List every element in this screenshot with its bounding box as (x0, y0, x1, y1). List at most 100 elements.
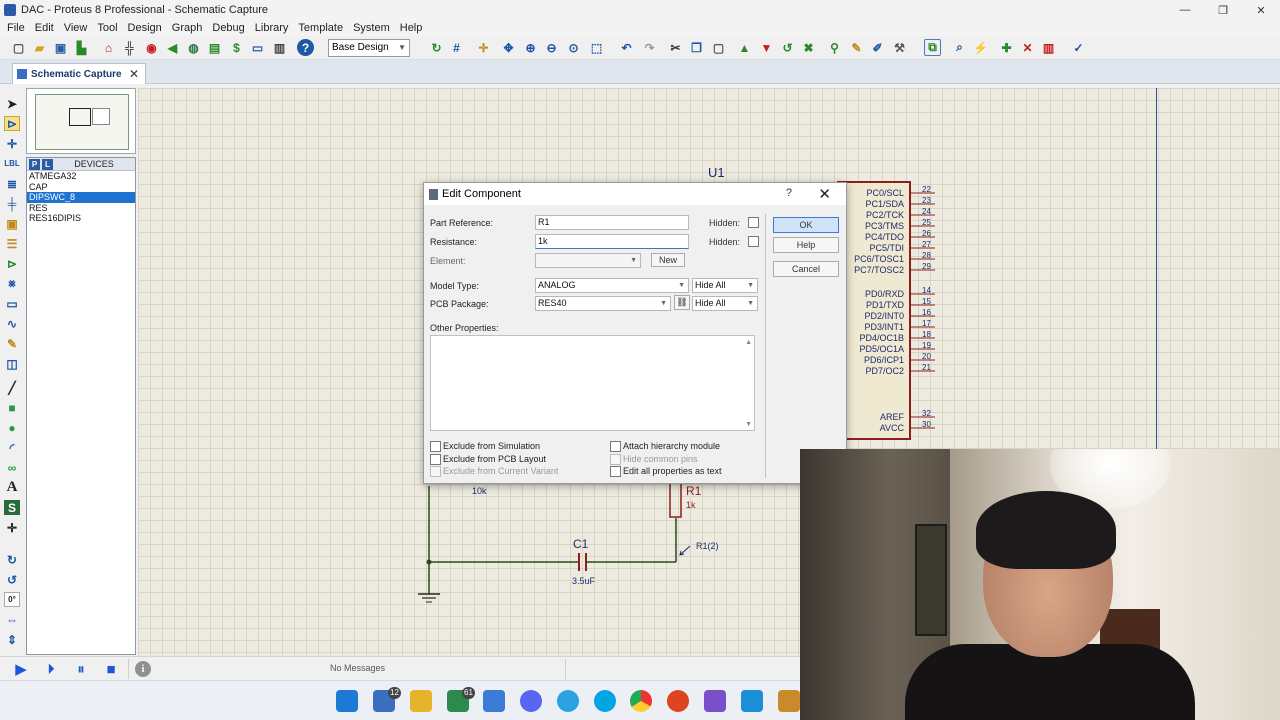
model-type-visibility-select[interactable]: Hide All ▼ (692, 278, 758, 293)
gerber-icon[interactable]: ◍ (185, 39, 202, 56)
design-variant-select[interactable]: Base Design ▼ (328, 39, 410, 57)
text-script-icon[interactable]: ≣ (4, 176, 20, 191)
pan-icon[interactable]: ✥ (500, 39, 517, 56)
pcb-icon[interactable]: ◉ (143, 39, 160, 56)
vscode-icon[interactable] (741, 690, 763, 712)
circle-tool-icon[interactable]: ● (4, 420, 20, 435)
exclude-simulation-checkbox[interactable] (430, 441, 441, 452)
device-item[interactable]: RES16DIPIS (27, 213, 135, 224)
new-sheet-icon[interactable]: ✚ (998, 39, 1015, 56)
part-reference-input[interactable]: R1 (535, 215, 689, 230)
menu-library[interactable]: Library (250, 22, 294, 34)
ok-button[interactable]: OK (773, 217, 839, 233)
visual-studio-icon[interactable] (704, 690, 726, 712)
part-reference-hidden-checkbox[interactable] (748, 217, 759, 228)
undo-icon[interactable]: ↶ (618, 39, 635, 56)
3d-view-icon[interactable]: ◀ (164, 39, 181, 56)
taskbar-app-icon[interactable]: 61 (447, 687, 475, 712)
redo-icon[interactable]: ↷ (641, 39, 658, 56)
zoom-all-icon[interactable]: ⊙ (565, 39, 582, 56)
symbol-tool-icon[interactable]: S (4, 500, 20, 515)
import-icon[interactable]: ▙ (73, 39, 90, 56)
wire-label-icon[interactable]: LBL (4, 156, 20, 171)
play-icon[interactable]: ▶ (12, 661, 30, 678)
menu-debug[interactable]: Debug (207, 22, 249, 34)
menu-help[interactable]: Help (395, 22, 428, 34)
menu-system[interactable]: System (348, 22, 395, 34)
menu-edit[interactable]: Edit (30, 22, 59, 34)
open-folder-icon[interactable]: ▰ (31, 39, 48, 56)
generator-icon[interactable]: ∿ (4, 316, 20, 331)
terminals-icon[interactable]: ☰ (4, 236, 20, 251)
close-icon[interactable]: ✕ (1242, 0, 1280, 20)
info-icon[interactable]: i (135, 661, 151, 677)
minimize-icon[interactable]: — (1166, 0, 1204, 20)
menu-design[interactable]: Design (123, 22, 167, 34)
block-delete-icon[interactable]: ✖ (800, 39, 817, 56)
device-item[interactable]: CAP (27, 182, 135, 193)
step-icon[interactable]: ⏵ (42, 661, 60, 678)
bill-of-materials-icon[interactable]: $ (228, 39, 245, 56)
search-tag-icon[interactable]: ⌕ (951, 39, 968, 56)
schematic-icon[interactable]: ╬ (121, 39, 138, 56)
design-explorer-icon[interactable]: ▤ (206, 39, 223, 56)
voltage-probe-icon[interactable]: ✎ (4, 336, 20, 351)
new-element-button[interactable]: New (651, 253, 685, 267)
notepad-icon[interactable] (483, 690, 505, 712)
overview-window[interactable] (26, 88, 136, 154)
help-icon[interactable]: ? (297, 39, 314, 56)
line-tool-icon[interactable]: ╱ (4, 380, 20, 395)
close-icon[interactable]: ✕ (129, 67, 139, 81)
subcircuit-icon[interactable]: ▣ (4, 216, 20, 231)
menu-view[interactable]: View (59, 22, 93, 34)
mirror-x-icon[interactable]: ⇔ (4, 612, 20, 627)
exit-parent-icon[interactable]: ▥ (1040, 39, 1057, 56)
new-file-icon[interactable]: ▢ (10, 39, 27, 56)
maximize-icon[interactable]: ❐ (1204, 0, 1242, 20)
scroll-down-icon[interactable]: ▼ (745, 421, 752, 428)
discord-icon[interactable] (520, 690, 542, 712)
wire-autorouter-icon[interactable]: ⧉ (924, 39, 941, 56)
telegram-icon[interactable] (557, 690, 579, 712)
tape-recorder-icon[interactable]: ▭ (4, 296, 20, 311)
arc-tool-icon[interactable]: ◜ (4, 440, 20, 455)
resistance-input[interactable]: 1k (535, 234, 689, 249)
other-properties-textarea[interactable]: ▲ ▼ (430, 335, 755, 431)
r1-body[interactable] (669, 482, 682, 518)
electrical-rule-check-icon[interactable]: ✓ (1070, 39, 1087, 56)
media-player-icon[interactable] (667, 690, 689, 712)
start-icon[interactable] (336, 690, 358, 712)
library-manager-button[interactable]: L (42, 158, 53, 170)
cancel-button[interactable]: Cancel (773, 261, 839, 277)
block-move-icon[interactable]: ▼ (758, 39, 775, 56)
save-icon[interactable]: ▣ (52, 39, 69, 56)
zoom-in-icon[interactable]: ⊕ (522, 39, 539, 56)
graph-icon[interactable]: ⨳ (4, 276, 20, 291)
mirror-y-icon[interactable]: ⇕ (4, 632, 20, 647)
refresh-icon[interactable]: ↻ (428, 39, 445, 56)
path-tool-icon[interactable]: ∞ (4, 460, 20, 475)
buses-icon[interactable]: ╪ (4, 196, 20, 211)
paste-icon[interactable]: ▢ (710, 39, 727, 56)
cut-icon[interactable]: ✂ (667, 39, 684, 56)
exclude-variant-checkbox[interactable] (430, 466, 441, 477)
stop-icon[interactable]: ■ (102, 661, 120, 678)
help-icon[interactable]: ? (786, 187, 792, 199)
marker-tool-icon[interactable]: ✛ (4, 520, 20, 535)
package-browse-icon[interactable]: ⛓ (674, 295, 690, 310)
selection-mode-icon[interactable]: ➤ (4, 96, 20, 111)
rotate-anticlockwise-icon[interactable]: ↺ (4, 572, 20, 587)
hide-common-pins-checkbox[interactable] (610, 454, 621, 465)
make-device-icon[interactable]: ✎ (848, 39, 865, 56)
zoom-area-icon[interactable]: ⬚ (588, 39, 605, 56)
pick-devices-button[interactable]: P (29, 158, 40, 170)
rotation-angle-field[interactable]: 0° (4, 592, 20, 607)
rotate-clockwise-icon[interactable]: ↻ (4, 552, 20, 567)
origin-icon[interactable]: ✛ (475, 39, 492, 56)
vsm-studio-icon[interactable]: ▭ (249, 39, 266, 56)
copy-icon[interactable]: ❐ (688, 39, 705, 56)
edit-all-as-text-checkbox[interactable] (610, 466, 621, 477)
pcb-package-visibility-select[interactable]: Hide All ▼ (692, 296, 758, 311)
device-pins-icon[interactable]: ⊳ (4, 256, 20, 271)
help-button[interactable]: Help (773, 237, 839, 253)
